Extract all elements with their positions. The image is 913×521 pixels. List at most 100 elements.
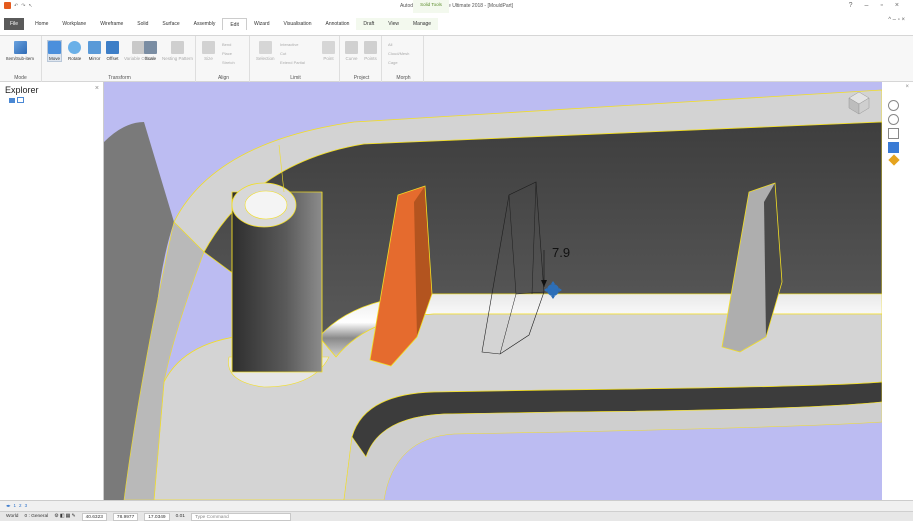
- zoom-out-icon[interactable]: [888, 114, 899, 125]
- page-number[interactable]: 2: [19, 503, 22, 509]
- interactive-button[interactable]: Interactive: [280, 42, 298, 47]
- ribbon-tabs: File Home Workplane Wireframe Solid Surf…: [0, 13, 913, 35]
- dimension-value: 7.9: [552, 245, 570, 260]
- tab-manage[interactable]: Manage: [406, 18, 439, 30]
- tab-draft[interactable]: Draft: [356, 18, 382, 30]
- tab-wizard[interactable]: Wizard: [247, 18, 277, 30]
- tab-workplane[interactable]: Workplane: [55, 18, 93, 30]
- help-icon[interactable]: ?: [849, 2, 853, 9]
- size-button[interactable]: Size: [202, 41, 215, 61]
- zoom-box-icon[interactable]: [888, 128, 899, 139]
- ribbon-group-morph: All Cloud/Mesh Cage Morph: [384, 36, 424, 82]
- mirror-button[interactable]: Mirror: [88, 41, 101, 61]
- page-strip: ◂▸ 1 2 3: [0, 500, 913, 511]
- scale-button[interactable]: Scale: [144, 41, 157, 61]
- all-button[interactable]: All: [388, 42, 392, 47]
- scale-icon: [144, 41, 157, 54]
- ribbon-panel: Item/Sub-item Mode Move Rotate Mirror Of…: [0, 35, 913, 82]
- material-icon[interactable]: [888, 154, 900, 166]
- stretch-button[interactable]: Stretch: [222, 60, 235, 65]
- view-toolbar: ×: [882, 82, 913, 500]
- rotate-button[interactable]: Rotate: [68, 41, 81, 61]
- status-tools-icon[interactable]: ⚙ ◧ ▦ ✎: [54, 514, 75, 519]
- points-icon: [364, 41, 377, 54]
- lower-step-floor: [343, 401, 882, 500]
- cloud-mesh-button[interactable]: Cloud/Mesh: [388, 51, 409, 56]
- item-subitem-button[interactable]: Item/Sub-item: [6, 41, 34, 61]
- group-label-align: Align: [217, 75, 230, 81]
- tab-assembly[interactable]: Assembly: [187, 18, 223, 30]
- ribbon-group-project: Curve Points Project: [342, 36, 382, 82]
- coord-z: 17.0349: [144, 512, 170, 521]
- tab-edit[interactable]: Edit: [222, 18, 247, 30]
- window-title: Autodesk PowerShape Ultimate 2018 - [Mou…: [399, 3, 514, 9]
- model-icon: [17, 97, 24, 103]
- tab-view[interactable]: View: [381, 18, 407, 30]
- curve-button[interactable]: Curve: [345, 41, 358, 61]
- ribbon-controls[interactable]: ^ – ▫ ×: [888, 17, 905, 23]
- tab-surface[interactable]: Surface: [155, 18, 186, 30]
- place-button[interactable]: Place: [222, 51, 232, 56]
- group-label-morph: Morph: [396, 75, 411, 81]
- bend-button[interactable]: Bend: [222, 42, 231, 47]
- level-select[interactable]: 0 : General: [24, 514, 48, 519]
- explorer-panel: Explorer ×: [0, 82, 104, 500]
- move-button[interactable]: Move: [47, 40, 62, 62]
- page-numbers: ◂▸ 1 2 3: [6, 503, 27, 509]
- page-number[interactable]: 1: [14, 503, 17, 509]
- nesting-pattern-icon: [171, 41, 185, 54]
- tab-solid[interactable]: Solid: [130, 18, 155, 30]
- nesting-pattern-button[interactable]: Nesting Pattern: [162, 41, 193, 61]
- tab-annotation[interactable]: Annotation: [319, 18, 357, 30]
- cage-button[interactable]: Cage: [388, 60, 398, 65]
- item-subitem-icon: [13, 41, 27, 54]
- group-label-limit: Limit: [290, 75, 301, 81]
- size-icon: [202, 41, 215, 54]
- curve-icon: [345, 41, 358, 54]
- point-icon: [322, 41, 335, 54]
- folder-icon: [9, 97, 15, 103]
- window-controls: ? – ▫ ×: [849, 2, 899, 9]
- group-label-transform: Transform: [108, 75, 131, 81]
- command-input[interactable]: Type Command: [190, 512, 291, 521]
- workplane-select[interactable]: World: [6, 514, 18, 519]
- tab-visualisation[interactable]: Visualisation: [277, 18, 319, 30]
- explorer-tree-root[interactable]: [9, 97, 24, 103]
- ribbon-group-limit: Selection Interactive Cut Extend Partial…: [252, 36, 340, 82]
- maximize-icon[interactable]: ▫: [880, 2, 882, 9]
- group-label-mode: Mode: [14, 75, 27, 81]
- points-button[interactable]: Points: [364, 41, 377, 61]
- selection-icon: [258, 41, 272, 54]
- graphics-viewport[interactable]: 7.9: [104, 82, 882, 500]
- tab-file[interactable]: File: [4, 18, 25, 30]
- tolerance-value[interactable]: 0.01: [176, 514, 185, 519]
- title-bar: ↶ ↷ ↖ Autodesk PowerShape Ultimate 2018 …: [0, 0, 913, 13]
- rotate-icon: [68, 41, 82, 54]
- cut-button[interactable]: Cut: [280, 51, 286, 56]
- close-icon[interactable]: ×: [895, 2, 899, 9]
- shaded-view-icon[interactable]: [888, 142, 899, 153]
- zoom-in-icon[interactable]: [888, 100, 899, 111]
- coord-y: 78.9977: [112, 512, 139, 521]
- tab-home[interactable]: Home: [28, 18, 55, 30]
- extend-partial-button[interactable]: Extend Partial: [280, 60, 305, 65]
- minimize-icon[interactable]: –: [865, 2, 869, 9]
- coord-x: 40.6323: [81, 512, 107, 521]
- offset-icon: [106, 41, 119, 54]
- mirror-icon: [88, 41, 101, 54]
- status-bar: World 0 : General ⚙ ◧ ▦ ✎ 40.6323 78.997…: [0, 511, 913, 521]
- explorer-title: Explorer: [5, 85, 39, 95]
- page-number[interactable]: 3: [25, 503, 28, 509]
- selection-button[interactable]: Selection: [256, 41, 275, 61]
- ribbon-group-mode: Item/Sub-item Mode: [0, 36, 42, 82]
- group-label-project: Project: [353, 75, 370, 81]
- page-first-icon[interactable]: ◂▸: [6, 503, 11, 509]
- ribbon-group-transform: Move Rotate Mirror Offset Variable Offse…: [44, 36, 196, 82]
- point-button[interactable]: Point: [322, 41, 335, 61]
- context-tab-title: Solid Tools: [413, 0, 449, 13]
- view-toolbar-close-icon[interactable]: ×: [905, 84, 909, 90]
- boss-top-hole: [244, 190, 288, 220]
- tab-wireframe[interactable]: Wireframe: [93, 18, 130, 30]
- explorer-close-icon[interactable]: ×: [95, 85, 99, 92]
- offset-button[interactable]: Offset: [106, 41, 119, 61]
